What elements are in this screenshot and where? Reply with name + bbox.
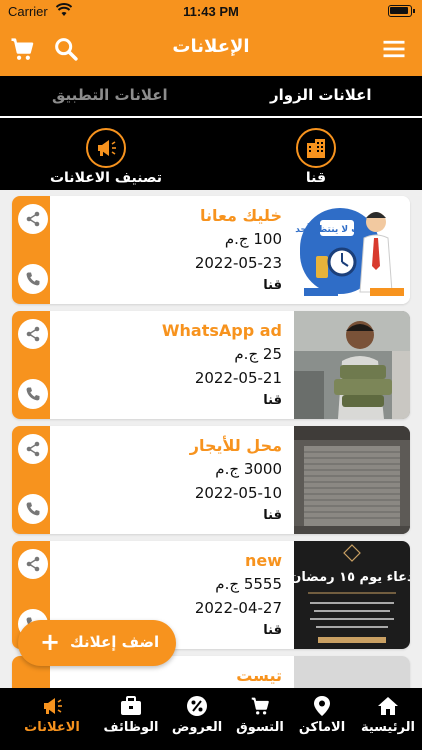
category-classify-circle[interactable] xyxy=(86,128,126,168)
ad-image xyxy=(294,311,410,419)
ad-price: 100 ج.م xyxy=(224,230,282,248)
location-pin-icon xyxy=(310,694,334,718)
percent-icon xyxy=(185,694,209,718)
category-classify-label: تصنيف الاعلانات xyxy=(49,170,163,186)
nav-label: التسوق xyxy=(236,720,284,735)
ad-actions-strip xyxy=(12,196,50,304)
phone-icon xyxy=(26,502,40,516)
briefcase-icon xyxy=(119,694,143,718)
category-qena-label: قنا xyxy=(305,170,327,186)
battery-icon xyxy=(388,5,415,17)
ad-city: قنا xyxy=(263,278,282,293)
home-icon xyxy=(376,694,400,718)
ad-date: 2022-05-10 xyxy=(194,484,282,502)
nav-label: الاعلانات xyxy=(24,720,80,735)
ad-card[interactable]: WhatsApp ad 25 ج.م 2022-05-21 قنا xyxy=(12,311,410,419)
share-icon xyxy=(26,326,40,342)
ad-date: 2022-04-27 xyxy=(194,599,282,617)
bottom-nav: الرئيسية الاماكن التسوق العروض الوظائف ا… xyxy=(0,688,422,750)
ad-city: قنا xyxy=(263,623,282,638)
clock: 11:43 PM xyxy=(183,4,239,19)
category-bar: قنا تصنيف الاعلانات xyxy=(0,116,422,190)
nav-label: الوظائف xyxy=(103,720,159,735)
nav-ads[interactable]: الاعلانات xyxy=(16,688,88,750)
share-button[interactable] xyxy=(18,549,48,579)
ad-image xyxy=(294,656,410,688)
plus-icon: + xyxy=(40,628,61,656)
nav-label: العروض xyxy=(171,720,223,735)
ad-date: 2022-05-23 xyxy=(194,254,282,272)
phone-icon xyxy=(26,387,40,401)
ad-title: محل للأيجار xyxy=(189,436,282,455)
nav-home[interactable]: الرئيسية xyxy=(354,688,422,750)
category-qena-circle[interactable] xyxy=(296,128,336,168)
nav-label: الرئيسية xyxy=(360,720,416,735)
status-bar: Carrier 11:43 PM xyxy=(0,0,422,22)
ad-title: تيست xyxy=(236,666,282,685)
share-icon xyxy=(26,441,40,457)
phone-icon xyxy=(26,272,40,286)
ad-city: قنا xyxy=(263,393,282,408)
share-icon xyxy=(26,556,40,572)
app-header: الإعلانات xyxy=(0,22,422,76)
nav-offers[interactable]: العروض xyxy=(164,688,230,750)
ad-actions-strip xyxy=(12,311,50,419)
megaphone-icon xyxy=(98,140,116,156)
ad-title: خليك معانا xyxy=(199,206,282,225)
ad-price: 5555 ج.م xyxy=(215,575,282,593)
megaphone-icon xyxy=(40,694,64,718)
ad-title: new xyxy=(244,551,282,570)
ads-list[interactable]: الوقت لا ينتظر أحد خليك معانا 100 ج.م 20… xyxy=(0,190,422,688)
building-icon xyxy=(307,139,325,158)
call-button[interactable] xyxy=(18,264,48,294)
add-ad-button[interactable]: + اضف إعلانك xyxy=(18,620,176,666)
ad-title: WhatsApp ad xyxy=(161,321,282,340)
ads-tabs: اعلانات الزوار اعلانات التطبيق xyxy=(0,76,422,116)
ad-price: 25 ج.م xyxy=(234,345,282,363)
share-button[interactable] xyxy=(18,319,48,349)
nav-places[interactable]: الاماكن xyxy=(290,688,354,750)
share-button[interactable] xyxy=(18,204,48,234)
ad-image xyxy=(294,426,410,534)
ad-card[interactable]: محل للأيجار 3000 ج.م 2022-05-10 قنا xyxy=(12,426,410,534)
nav-label: الاماكن xyxy=(298,720,346,735)
tab-app-ads[interactable]: اعلانات التطبيق xyxy=(52,86,168,104)
ad-image-caption: الوقت لا ينتظر أحد xyxy=(295,223,379,235)
ad-image: دعاء يوم ١٥ رمضان xyxy=(294,541,410,649)
menu-icon[interactable] xyxy=(380,35,408,63)
page-title: الإعلانات xyxy=(172,36,250,57)
call-button[interactable] xyxy=(18,379,48,409)
ad-image: الوقت لا ينتظر أحد xyxy=(294,196,410,304)
ad-date: 2022-05-21 xyxy=(194,369,282,387)
ad-actions-strip xyxy=(12,426,50,534)
cart-icon xyxy=(248,694,272,718)
nav-shopping[interactable]: التسوق xyxy=(230,688,290,750)
add-ad-label: اضف إعلانك xyxy=(70,633,160,651)
tab-visitor-ads[interactable]: اعلانات الزوار xyxy=(270,86,372,104)
ad-city: قنا xyxy=(263,508,282,523)
share-icon xyxy=(26,211,40,227)
ad-card[interactable]: الوقت لا ينتظر أحد خليك معانا 100 ج.م 20… xyxy=(12,196,410,304)
call-button[interactable] xyxy=(18,494,48,524)
ad-image-caption: دعاء يوم ١٥ رمضان xyxy=(294,570,410,585)
ad-price: 3000 ج.م xyxy=(215,460,282,478)
nav-jobs[interactable]: الوظائف xyxy=(98,688,164,750)
share-button[interactable] xyxy=(18,434,48,464)
